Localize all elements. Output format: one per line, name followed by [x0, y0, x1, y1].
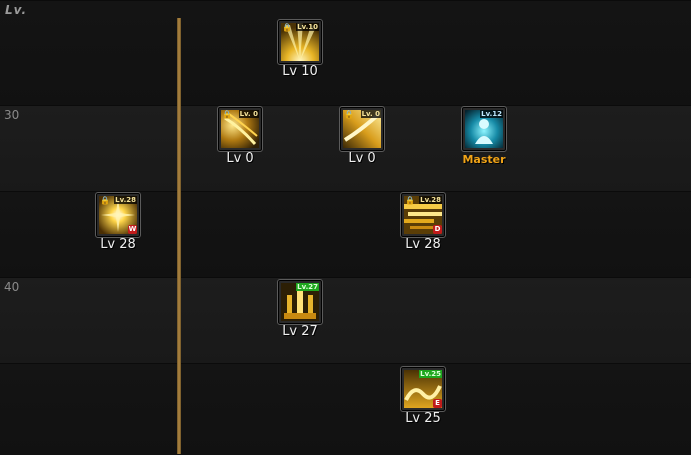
skill-icon-frame: 🔒 Lv. 0 [217, 106, 263, 152]
skill-icon-frame: 🔒 Lv.28 W [95, 192, 141, 238]
skill-level-caption: Lv 0 [226, 151, 254, 166]
skill-level-tag: Lv.12 [480, 110, 503, 118]
skill-level-caption: Lv 28 [100, 237, 136, 252]
skill-slot[interactable]: 🔒 Lv.10 Lv 10 [277, 19, 323, 81]
lock-icon: 🔒 [405, 196, 415, 205]
skill-level-tag: Lv.25 [419, 370, 442, 378]
skill-level-tag: Lv.10 [296, 23, 319, 31]
skill-level-caption: Lv 0 [348, 151, 376, 166]
e-badge: E [433, 399, 442, 408]
skill-level-tag: Lv. 0 [238, 110, 259, 118]
skill-slot[interactable]: Lv.12 Master [461, 106, 507, 168]
level-label-30: 30 [4, 108, 20, 122]
skill-level-caption: Lv 25 [405, 411, 441, 426]
skill-master-caption: Master [462, 153, 506, 166]
weapon-badge: W [128, 225, 137, 234]
skill-slot[interactable]: Lv.27 Lv 27 [277, 279, 323, 341]
tier-row-1: Lv. [0, 0, 691, 106]
level-column-header: Lv. [5, 3, 28, 17]
skill-slot[interactable]: 🔒 Lv. 0 Lv 0 [217, 106, 263, 168]
skill-icon-frame: Lv.12 [461, 106, 507, 152]
skill-icon-frame: Lv.27 [277, 279, 323, 325]
lock-icon: 🔒 [282, 23, 292, 32]
tree-divider-line [177, 18, 181, 454]
skill-icon-frame: 🔒 Lv.28 D [400, 192, 446, 238]
skill-level-tag: Lv.28 [419, 196, 442, 204]
skill-level-caption: Lv 10 [282, 64, 318, 79]
skill-icon-frame: 🔒 Lv. 0 [339, 106, 385, 152]
skill-icon-frame: 🔒 Lv.10 [277, 19, 323, 65]
skill-level-caption: Lv 27 [282, 324, 318, 339]
skill-slot[interactable]: 🔒 Lv. 0 Lv 0 [339, 106, 385, 168]
skill-slot[interactable]: Lv.25 E Lv 25 [400, 366, 446, 428]
lock-icon: 🔒 [100, 196, 110, 205]
skill-level-caption: Lv 28 [405, 237, 441, 252]
skill-level-tag: Lv.27 [296, 283, 319, 291]
level-label-40: 40 [4, 280, 20, 294]
skill-slot[interactable]: 🔒 Lv.28 W Lv 28 [95, 192, 141, 254]
skill-level-tag: Lv.28 [114, 196, 137, 204]
lock-icon: 🔒 [222, 110, 232, 119]
lock-icon: 🔒 [344, 110, 354, 119]
skill-level-tag: Lv. 0 [360, 110, 381, 118]
tier-row-4: 40 [0, 277, 691, 364]
d-badge: D [433, 225, 442, 234]
tier-row-5 [0, 363, 691, 455]
skill-icon-frame: Lv.25 E [400, 366, 446, 412]
skill-slot[interactable]: 🔒 Lv.28 D Lv 28 [400, 192, 446, 254]
